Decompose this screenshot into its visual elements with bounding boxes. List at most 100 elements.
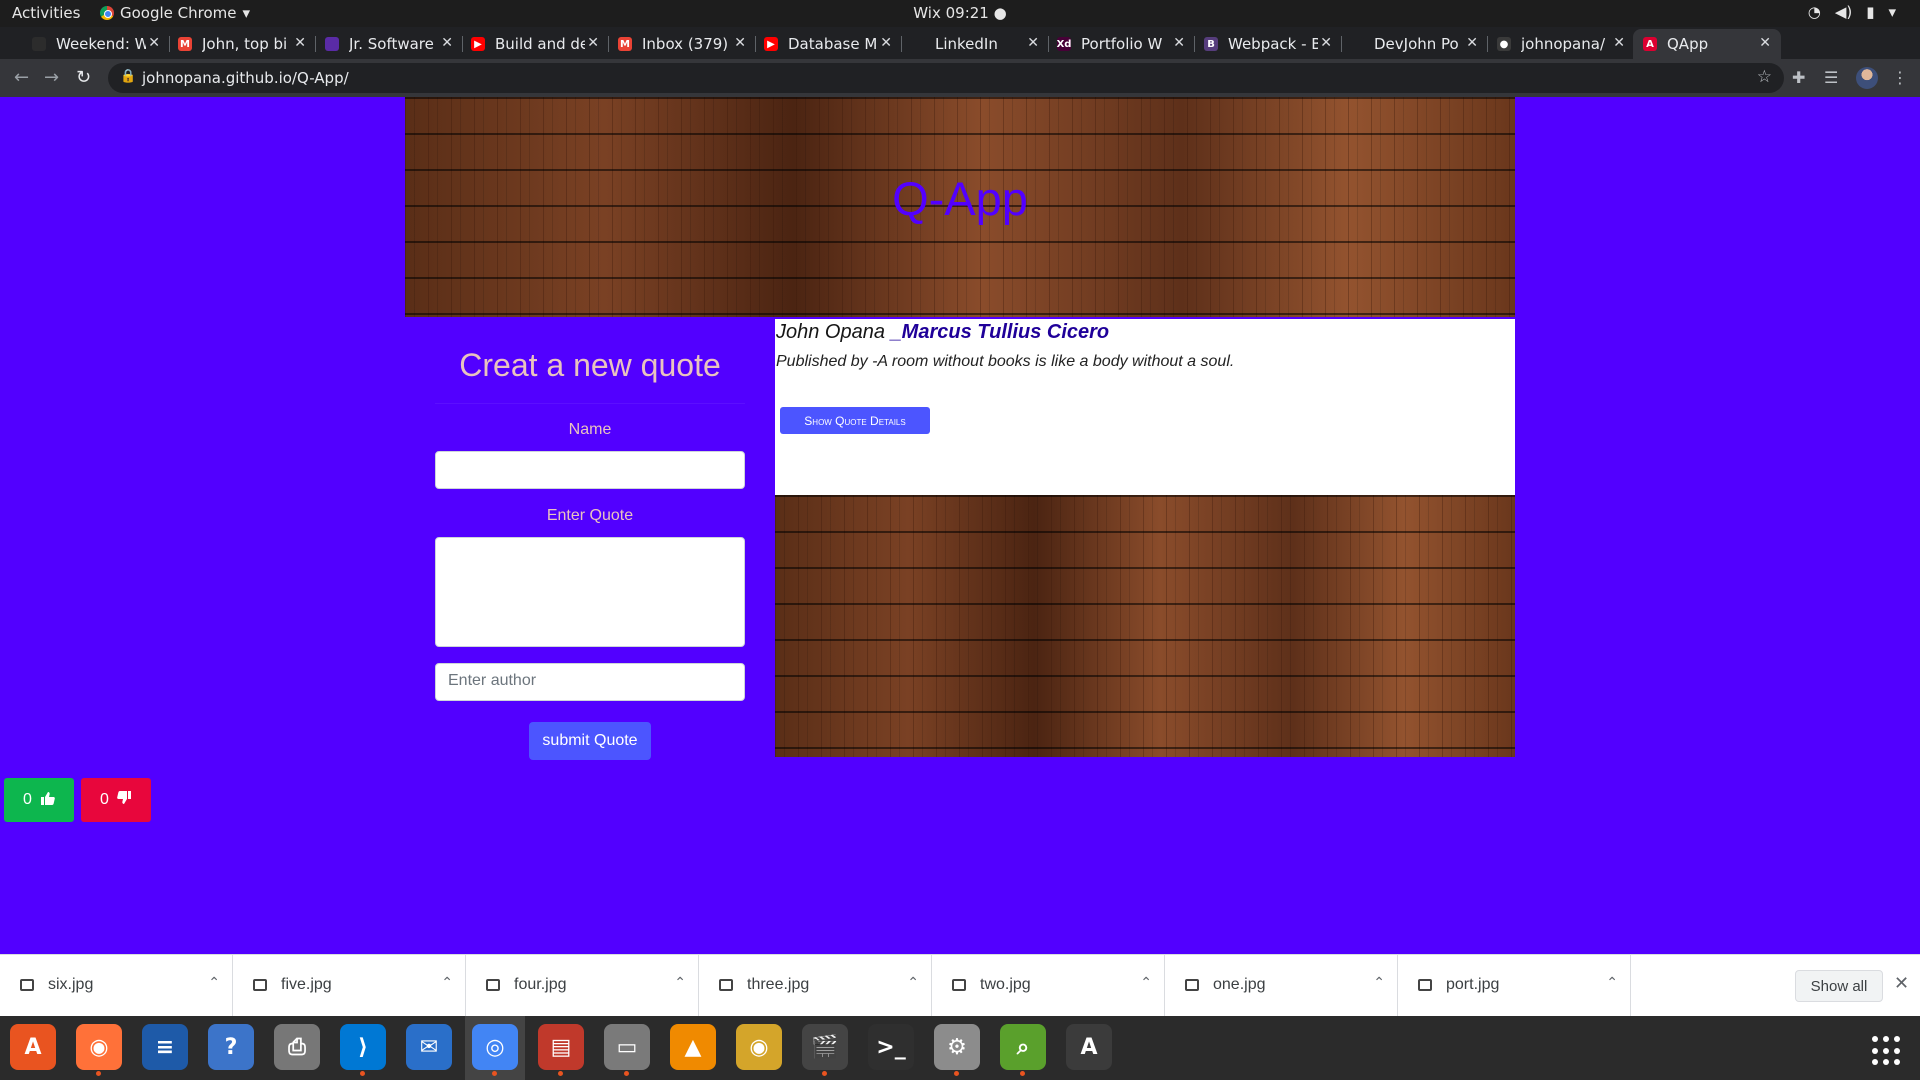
- chevron-up-icon[interactable]: ⌃: [1373, 974, 1385, 991]
- help-icon[interactable]: ?: [208, 1024, 254, 1070]
- extensions-icon[interactable]: ✚: [1792, 68, 1805, 87]
- back-arrow-icon[interactable]: ←: [14, 67, 29, 88]
- quote-textarea[interactable]: [435, 537, 745, 647]
- quote-text: Published by -A room without books is li…: [776, 353, 1235, 370]
- chevron-up-icon[interactable]: ⌃: [907, 974, 919, 991]
- download-item[interactable]: five.jpg ⌃: [233, 955, 466, 1017]
- close-tab-icon[interactable]: ✕: [148, 35, 160, 51]
- show-quote-details-button[interactable]: Show Quote Details: [780, 407, 930, 434]
- browser-tab[interactable]: ▶ Database M ✕: [754, 29, 902, 59]
- terminal-icon[interactable]: >_: [868, 1024, 914, 1070]
- close-tab-icon[interactable]: ✕: [1759, 35, 1771, 51]
- libreoffice-writer-icon[interactable]: ≡: [142, 1024, 188, 1070]
- printer-icon[interactable]: ⎙: [274, 1024, 320, 1070]
- tab-title: John, top bi: [202, 35, 288, 53]
- upvote-count: 0: [23, 791, 32, 808]
- image-viewer-icon[interactable]: ⌕: [1000, 1024, 1046, 1076]
- download-item[interactable]: six.jpg ⌃: [0, 955, 233, 1017]
- tab-favicon-icon: Xd: [1056, 37, 1072, 51]
- chevron-up-icon[interactable]: ⌃: [208, 974, 220, 991]
- close-icon[interactable]: ✕: [1894, 973, 1909, 994]
- document-viewer-icon[interactable]: ▤: [538, 1024, 584, 1076]
- close-tab-icon[interactable]: ✕: [294, 35, 306, 51]
- system-tray[interactable]: ◔ ◀) ▮ ▾: [1808, 3, 1896, 21]
- tab-favicon-icon: M: [618, 37, 632, 51]
- close-tab-icon[interactable]: ✕: [880, 35, 892, 51]
- browser-tab[interactable]: B Webpack - B ✕: [1194, 29, 1342, 59]
- download-filename: five.jpg: [281, 976, 332, 993]
- browser-tab[interactable]: Jr. Software ✕: [315, 29, 463, 59]
- close-tab-icon[interactable]: ✕: [734, 35, 746, 51]
- page-viewport: Q-App Creat a new quote Name Enter Quote…: [0, 97, 1920, 954]
- chevron-up-icon[interactable]: ⌃: [441, 974, 453, 991]
- name-label: Name: [568, 421, 612, 438]
- submit-quote-button[interactable]: submit Quote: [529, 722, 651, 760]
- browser-tab[interactable]: ● johnopana/ ✕: [1487, 29, 1635, 59]
- browser-tab[interactable]: LinkedIn ✕: [901, 29, 1049, 59]
- browser-tab[interactable]: M Inbox (379) ✕: [608, 29, 756, 59]
- browser-tab[interactable]: Xd Portfolio W ✕: [1047, 29, 1195, 59]
- image-file-icon: [253, 979, 267, 991]
- new-quote-form: Creat a new quote Name Enter Quote Enter…: [405, 317, 775, 760]
- rhythmbox-icon[interactable]: ◉: [736, 1024, 782, 1070]
- author-input[interactable]: Enter author: [435, 663, 745, 701]
- download-item[interactable]: four.jpg ⌃: [466, 955, 699, 1017]
- close-tab-icon[interactable]: ✕: [1466, 35, 1478, 51]
- browser-tab[interactable]: M John, top bi ✕: [168, 29, 316, 59]
- close-tab-icon[interactable]: ✕: [1320, 35, 1332, 51]
- video-editor-icon[interactable]: 🎬: [802, 1024, 848, 1076]
- download-item[interactable]: port.jpg ⌃: [1398, 955, 1631, 1017]
- hero-banner: Q-App: [405, 97, 1515, 317]
- close-tab-icon[interactable]: ✕: [1613, 35, 1625, 51]
- reading-list-icon[interactable]: ☰: [1824, 68, 1838, 87]
- download-filename: six.jpg: [48, 976, 94, 993]
- profile-avatar[interactable]: [1856, 67, 1878, 89]
- settings-icon[interactable]: ⚙: [934, 1024, 980, 1076]
- tab-title: Webpack - B: [1228, 35, 1318, 53]
- close-tab-icon[interactable]: ✕: [1173, 35, 1185, 51]
- show-applications-icon[interactable]: [1872, 1036, 1902, 1066]
- clock[interactable]: Wix 09:21 ●: [0, 4, 1920, 22]
- lock-icon: 🔒: [120, 69, 137, 84]
- close-tab-icon[interactable]: ✕: [1027, 35, 1039, 51]
- bookmark-star-icon[interactable]: ☆: [1757, 67, 1772, 87]
- chrome-icon[interactable]: ◎: [472, 1024, 518, 1076]
- upvote-button[interactable]: 0: [4, 778, 74, 822]
- file-manager-icon[interactable]: ▭: [604, 1024, 650, 1076]
- wood-background-panel: [775, 495, 1515, 757]
- browser-tab[interactable]: A QApp ✕: [1633, 29, 1781, 59]
- browser-tab[interactable]: Weekend: W ✕: [22, 29, 170, 59]
- chevron-up-icon[interactable]: ⌃: [674, 974, 686, 991]
- image-file-icon: [1418, 979, 1432, 991]
- name-input[interactable]: [435, 451, 745, 489]
- firefox-icon[interactable]: ◉: [76, 1024, 122, 1076]
- image-file-icon: [1185, 979, 1199, 991]
- reload-icon[interactable]: ↻: [76, 67, 91, 88]
- downvote-count: 0: [100, 791, 109, 808]
- tab-title: Inbox (379): [642, 35, 729, 53]
- ubuntu-software-icon[interactable]: A: [10, 1024, 56, 1070]
- browser-tab[interactable]: ▶ Build and de ✕: [461, 29, 609, 59]
- thunderbird-icon[interactable]: ✉: [406, 1024, 452, 1070]
- download-item[interactable]: one.jpg ⌃: [1165, 955, 1398, 1017]
- download-item[interactable]: three.jpg ⌃: [699, 955, 932, 1017]
- url-text[interactable]: johnopana.github.io/Q-App/: [142, 69, 349, 87]
- more-menu-icon[interactable]: ⋮: [1892, 68, 1908, 87]
- downvote-button[interactable]: 0: [81, 778, 151, 822]
- tab-title: Portfolio W: [1081, 35, 1163, 53]
- vlc-icon[interactable]: ▲: [670, 1024, 716, 1070]
- chevron-up-icon[interactable]: ⌃: [1140, 974, 1152, 991]
- ubuntu-dock: A ◉ ≡? ⎙ ⟩ ✉ ◎ ▤ ▭ ▲ ◉ 🎬 >_ ⚙ ⌕ A: [0, 1016, 1920, 1080]
- show-all-downloads-button[interactable]: Show all: [1795, 970, 1883, 1002]
- chevron-up-icon[interactable]: ⌃: [1606, 974, 1618, 991]
- close-tab-icon[interactable]: ✕: [587, 35, 599, 51]
- download-item[interactable]: two.jpg ⌃: [932, 955, 1165, 1017]
- address-bar[interactable]: 🔒 johnopana.github.io/Q-App/ ☆: [108, 63, 1784, 93]
- close-tab-icon[interactable]: ✕: [441, 35, 453, 51]
- vscode-icon[interactable]: ⟩: [340, 1024, 386, 1076]
- forward-arrow-icon[interactable]: →: [44, 67, 59, 88]
- thumbs-down-icon: [117, 790, 132, 810]
- tab-favicon-icon: B: [1204, 37, 1218, 51]
- software-updater-icon[interactable]: A: [1066, 1024, 1112, 1070]
- browser-tab[interactable]: DevJohn Po ✕: [1340, 29, 1488, 59]
